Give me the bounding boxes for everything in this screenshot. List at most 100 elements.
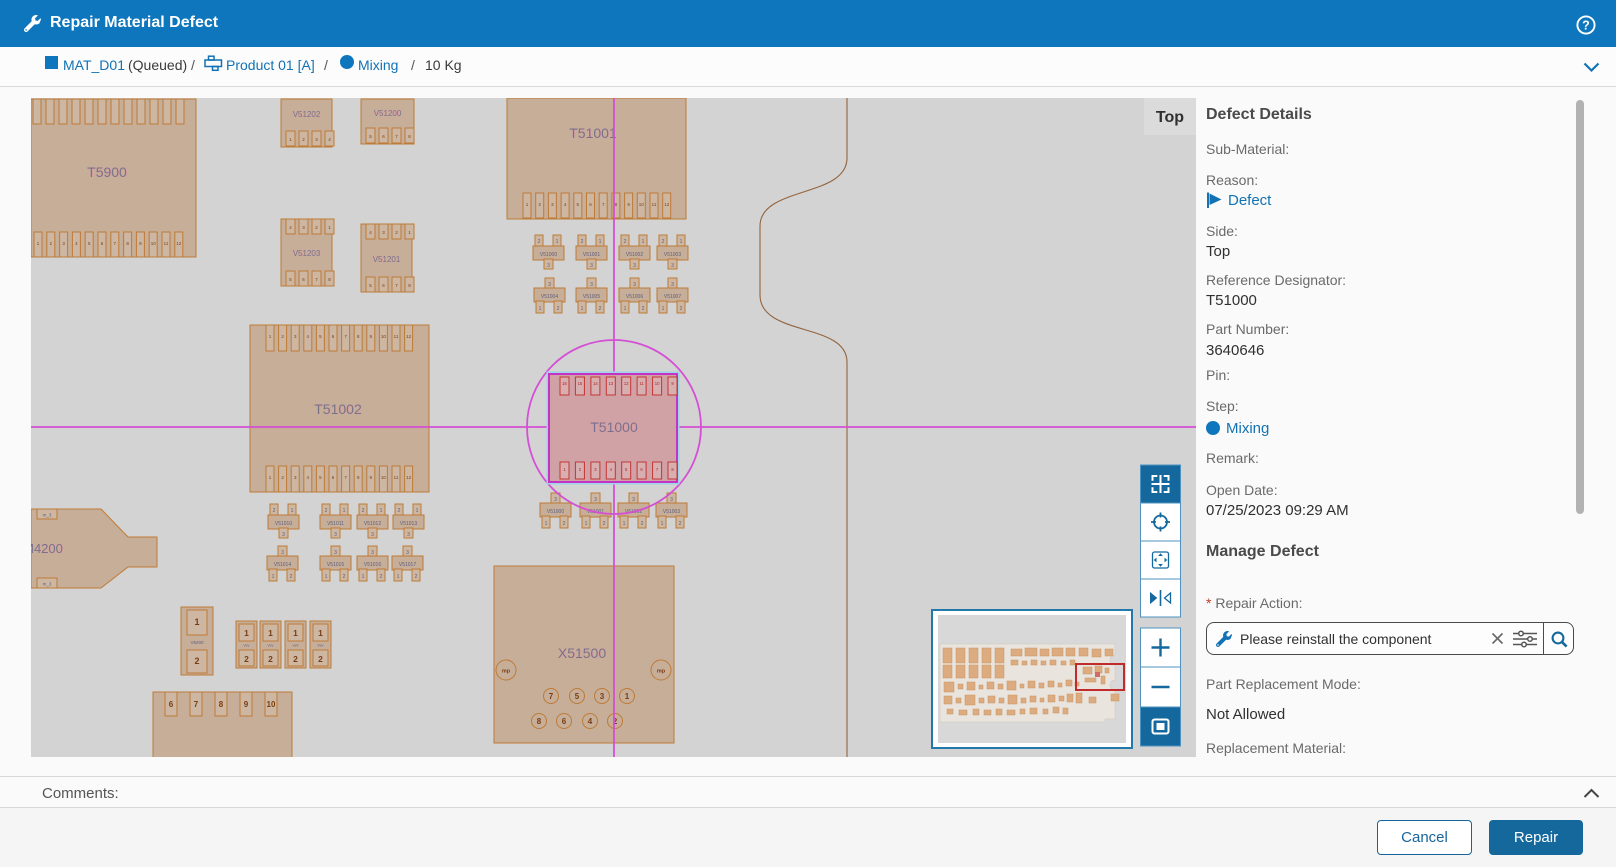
svg-text:Top: Top [1156, 109, 1184, 126]
svg-text:T5900: T5900 [87, 164, 127, 180]
svg-text:1: 1 [556, 239, 559, 245]
svg-text:V51200: V51200 [374, 109, 402, 118]
svg-text:1: 1 [272, 574, 275, 580]
svg-text:1: 1 [662, 306, 665, 312]
svg-text:1: 1 [325, 574, 328, 580]
svg-text:10: 10 [655, 381, 660, 386]
svg-text:2: 2 [290, 574, 293, 580]
svg-text:V51004: V51004 [541, 294, 558, 300]
svg-text:2: 2 [624, 239, 627, 245]
svg-text:2: 2 [194, 656, 199, 666]
svg-text:2: 2 [680, 306, 683, 312]
svg-text:3: 3 [406, 550, 409, 556]
svg-text:M4200: M4200 [31, 541, 63, 556]
svg-text:mp: mp [502, 669, 511, 675]
svg-text:1: 1 [624, 306, 627, 312]
svg-text:2: 2 [293, 654, 298, 664]
svg-text:3: 3 [554, 497, 557, 503]
svg-text:2: 2 [380, 574, 383, 580]
svg-text:V51000: V51000 [547, 509, 564, 515]
svg-text:2: 2 [557, 306, 560, 312]
svg-text:2: 2 [642, 306, 645, 312]
svg-text:16: 16 [562, 381, 567, 386]
svg-text:3: 3 [548, 282, 551, 288]
svg-text:10: 10 [267, 700, 276, 709]
svg-text:2: 2 [318, 654, 323, 664]
svg-text:m_3: m_3 [43, 513, 52, 518]
svg-text:12: 12 [624, 381, 629, 386]
svg-text:3: 3 [633, 282, 636, 288]
svg-text:7: 7 [194, 700, 199, 709]
svg-text:V51202: V51202 [293, 110, 321, 119]
svg-text:V51014: V51014 [274, 562, 291, 568]
svg-text:1: 1 [539, 306, 542, 312]
svg-text:V51017: V51017 [399, 562, 416, 568]
svg-text:2: 2 [599, 306, 602, 312]
svg-text:10: 10 [639, 202, 645, 207]
svg-text:vvv: vvv [268, 643, 274, 648]
svg-text:11: 11 [639, 381, 644, 386]
svg-text:1: 1 [362, 574, 365, 580]
svg-text:V51002: V51002 [626, 252, 643, 258]
svg-text:3: 3 [590, 282, 593, 288]
svg-text:1: 1 [318, 628, 323, 638]
svg-text:V51003: V51003 [664, 252, 681, 258]
svg-text:1: 1 [380, 508, 383, 514]
svg-text:2: 2 [581, 239, 584, 245]
svg-text:2: 2 [662, 239, 665, 245]
svg-text:2: 2 [679, 521, 682, 527]
svg-text:3: 3 [600, 692, 605, 701]
svg-text:3: 3 [407, 532, 410, 538]
svg-text:3: 3 [371, 550, 374, 556]
svg-text:1: 1 [585, 521, 588, 527]
svg-text:14: 14 [593, 381, 598, 386]
svg-text:1: 1 [194, 617, 199, 627]
svg-text:3: 3 [371, 532, 374, 538]
svg-text:3: 3 [671, 263, 674, 269]
svg-text:12: 12 [176, 241, 182, 246]
svg-text:?: ? [1582, 19, 1590, 33]
svg-text:mp: mp [657, 669, 666, 675]
svg-text:vvv: vvv [293, 643, 299, 648]
svg-text:1: 1 [397, 574, 400, 580]
svg-text:2: 2 [603, 521, 606, 527]
svg-text:V51003: V51003 [663, 509, 680, 515]
svg-text:m_3: m_3 [43, 582, 52, 587]
svg-text:6: 6 [169, 700, 174, 709]
svg-text:12: 12 [406, 475, 412, 480]
svg-text:10: 10 [381, 334, 387, 339]
svg-text:2: 2 [538, 239, 541, 245]
svg-text:4: 4 [588, 717, 593, 726]
svg-text:3: 3 [670, 497, 673, 503]
svg-text:2: 2 [563, 521, 566, 527]
svg-text:X51500: X51500 [558, 645, 606, 661]
svg-text:V5200: V5200 [190, 640, 204, 645]
svg-text:8: 8 [219, 700, 224, 709]
svg-text:12: 12 [406, 334, 412, 339]
svg-text:13: 13 [608, 381, 613, 386]
svg-text:3: 3 [671, 282, 674, 288]
svg-text:vvv: vvv [318, 643, 324, 648]
svg-text:V51203: V51203 [293, 249, 321, 258]
svg-text:2: 2 [398, 508, 401, 514]
svg-text:1: 1 [545, 521, 548, 527]
svg-text:1: 1 [661, 521, 664, 527]
svg-text:3: 3 [547, 263, 550, 269]
svg-text:3: 3 [632, 497, 635, 503]
svg-text:2: 2 [343, 574, 346, 580]
svg-text:12: 12 [664, 202, 670, 207]
svg-text:1: 1 [291, 508, 294, 514]
svg-text:1: 1 [581, 306, 584, 312]
svg-text:T51002: T51002 [314, 401, 362, 417]
svg-text:10: 10 [381, 475, 387, 480]
svg-text:V51000: V51000 [540, 252, 557, 258]
svg-text:1: 1 [343, 508, 346, 514]
svg-text:1: 1 [293, 628, 298, 638]
svg-text:1: 1 [599, 239, 602, 245]
svg-text:3: 3 [334, 550, 337, 556]
svg-text:T51001: T51001 [569, 125, 617, 141]
svg-text:V51001: V51001 [583, 252, 600, 258]
svg-text:1: 1 [416, 508, 419, 514]
svg-text:11: 11 [394, 334, 399, 339]
svg-text:15: 15 [578, 381, 583, 386]
